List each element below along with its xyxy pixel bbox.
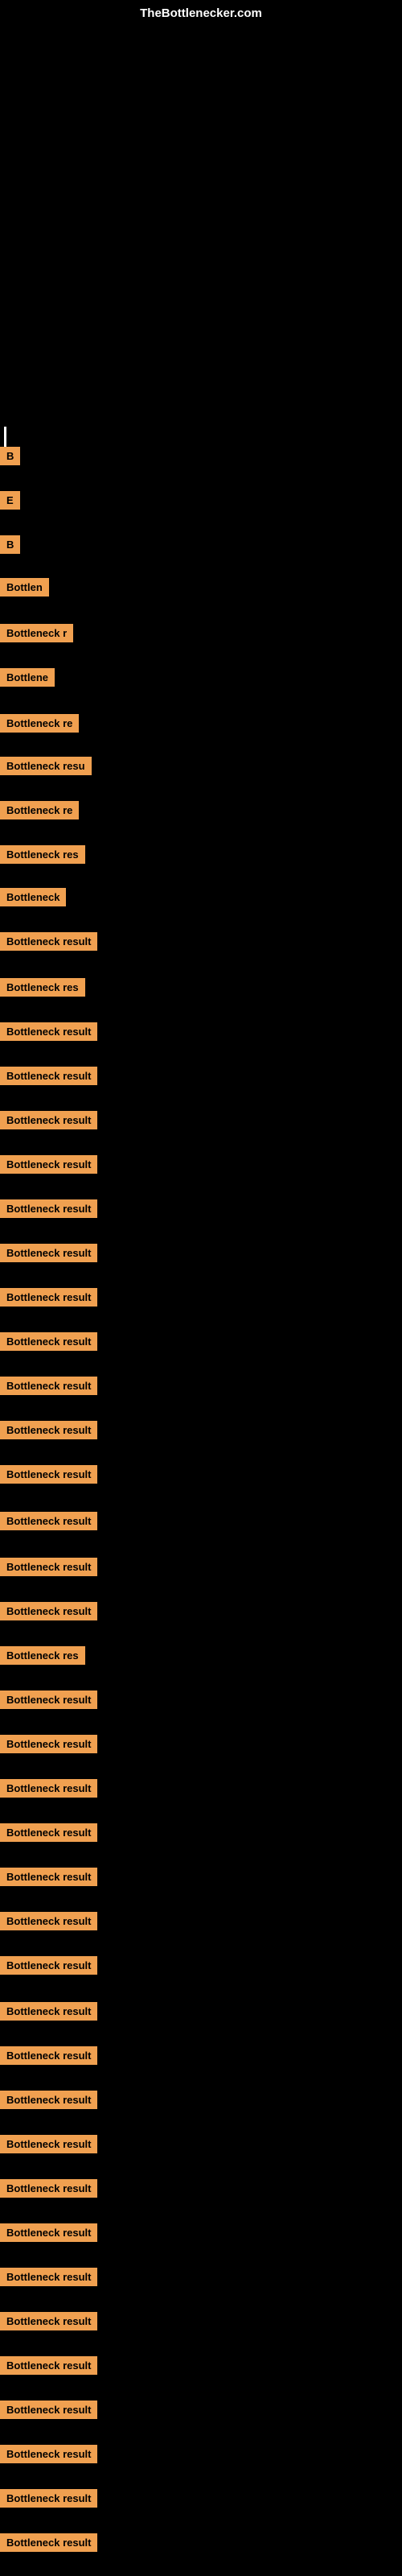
result-row: Bottleneck result: [0, 1512, 97, 1536]
result-badge[interactable]: Bottleneck result: [0, 1956, 97, 1975]
result-row: Bottleneck result: [0, 932, 97, 956]
result-badge[interactable]: Bottlene: [0, 668, 55, 687]
result-row: Bottleneck result: [0, 1823, 97, 1847]
result-badge[interactable]: Bottleneck re: [0, 801, 79, 819]
result-row: Bottleneck result: [0, 1602, 97, 1626]
result-badge[interactable]: Bottleneck res: [0, 1646, 85, 1665]
result-row: Bottleneck result: [0, 1244, 97, 1268]
result-row: Bottleneck result: [0, 2312, 97, 2336]
result-row: Bottleneck res: [0, 845, 85, 869]
result-badge[interactable]: B: [0, 535, 20, 554]
result-row: Bottleneck result: [0, 1558, 97, 1582]
result-row: E: [0, 491, 20, 515]
result-badge[interactable]: Bottleneck result: [0, 2179, 97, 2198]
result-badge[interactable]: Bottleneck result: [0, 1735, 97, 1753]
result-row: Bottleneck result: [0, 2091, 97, 2115]
result-row: Bottleneck result: [0, 1377, 97, 1401]
result-row: Bottleneck r: [0, 624, 73, 648]
result-badge[interactable]: Bottlen: [0, 578, 49, 597]
result-row: Bottleneck result: [0, 1022, 97, 1046]
result-row: Bottleneck re: [0, 801, 79, 825]
result-badge[interactable]: Bottleneck result: [0, 1155, 97, 1174]
result-badge[interactable]: Bottleneck result: [0, 1332, 97, 1351]
result-row: Bottleneck result: [0, 2002, 97, 2026]
result-badge[interactable]: Bottleneck result: [0, 1465, 97, 1484]
result-row: Bottleneck result: [0, 2268, 97, 2292]
result-row: B: [0, 447, 20, 471]
result-row: Bottleneck result: [0, 2046, 97, 2070]
result-badge[interactable]: Bottleneck result: [0, 2135, 97, 2153]
result-badge[interactable]: Bottleneck result: [0, 1421, 97, 1439]
result-badge[interactable]: Bottleneck result: [0, 1558, 97, 1576]
result-badge[interactable]: Bottleneck result: [0, 1111, 97, 1129]
result-row: Bottleneck re: [0, 714, 79, 738]
result-badge[interactable]: Bottleneck result: [0, 2002, 97, 2021]
result-badge[interactable]: Bottleneck result: [0, 1199, 97, 1218]
result-badge[interactable]: Bottleneck result: [0, 1912, 97, 1930]
result-row: Bottleneck result: [0, 2533, 97, 2557]
result-row: Bottleneck res: [0, 978, 85, 1002]
site-title: TheBottlenecker.com: [140, 6, 262, 20]
result-badge[interactable]: Bottleneck result: [0, 1288, 97, 1307]
result-badge[interactable]: Bottleneck result: [0, 2401, 97, 2419]
result-badge[interactable]: Bottleneck result: [0, 1868, 97, 1886]
result-badge[interactable]: Bottleneck result: [0, 2533, 97, 2552]
result-row: B: [0, 535, 20, 559]
result-row: Bottleneck result: [0, 1111, 97, 1135]
result-badge[interactable]: Bottleneck result: [0, 2356, 97, 2375]
result-badge[interactable]: Bottleneck result: [0, 2091, 97, 2109]
result-badge[interactable]: Bottleneck: [0, 888, 66, 906]
result-row: Bottleneck result: [0, 2135, 97, 2159]
result-badge[interactable]: Bottleneck result: [0, 1779, 97, 1798]
result-badge[interactable]: Bottleneck res: [0, 978, 85, 997]
result-row: Bottlene: [0, 668, 55, 692]
result-badge[interactable]: Bottleneck result: [0, 2223, 97, 2242]
result-badge[interactable]: E: [0, 491, 20, 510]
result-badge[interactable]: Bottleneck resu: [0, 757, 92, 775]
result-row: Bottleneck result: [0, 2223, 97, 2248]
result-row: Bottleneck result: [0, 1288, 97, 1312]
result-row: Bottleneck result: [0, 1779, 97, 1803]
result-badge[interactable]: Bottleneck result: [0, 2046, 97, 2065]
result-badge[interactable]: Bottleneck res: [0, 845, 85, 864]
result-row: Bottleneck result: [0, 1690, 97, 1715]
result-badge[interactable]: Bottleneck result: [0, 2489, 97, 2508]
result-row: Bottleneck result: [0, 1199, 97, 1224]
result-badge[interactable]: Bottleneck result: [0, 1823, 97, 1842]
result-row: Bottleneck result: [0, 1332, 97, 1356]
result-row: Bottleneck result: [0, 1465, 97, 1489]
result-row: Bottleneck result: [0, 2356, 97, 2380]
result-badge[interactable]: Bottleneck result: [0, 2268, 97, 2286]
result-row: Bottleneck result: [0, 2489, 97, 2513]
result-row: Bottleneck result: [0, 2445, 97, 2469]
result-badge[interactable]: Bottleneck result: [0, 1244, 97, 1262]
result-badge[interactable]: Bottleneck result: [0, 1022, 97, 1041]
result-row: Bottleneck result: [0, 1421, 97, 1445]
result-badge[interactable]: Bottleneck r: [0, 624, 73, 642]
result-row: Bottleneck result: [0, 1735, 97, 1759]
result-badge[interactable]: Bottleneck result: [0, 2312, 97, 2330]
result-row: Bottleneck result: [0, 1912, 97, 1936]
result-row: Bottleneck resu: [0, 757, 92, 781]
result-row: Bottleneck result: [0, 1155, 97, 1179]
result-row: Bottlen: [0, 578, 49, 602]
result-row: Bottleneck result: [0, 1956, 97, 1980]
result-badge[interactable]: B: [0, 447, 20, 465]
result-badge[interactable]: Bottleneck result: [0, 1377, 97, 1395]
result-row: Bottleneck result: [0, 1868, 97, 1892]
result-badge[interactable]: Bottleneck result: [0, 1602, 97, 1620]
result-row: Bottleneck res: [0, 1646, 85, 1670]
result-row: Bottleneck result: [0, 2179, 97, 2203]
result-badge[interactable]: Bottleneck result: [0, 932, 97, 951]
result-row: Bottleneck result: [0, 2401, 97, 2425]
result-badge[interactable]: Bottleneck result: [0, 1512, 97, 1530]
result-badge[interactable]: Bottleneck result: [0, 1690, 97, 1709]
result-badge[interactable]: Bottleneck result: [0, 1067, 97, 1085]
result-row: Bottleneck: [0, 888, 66, 912]
result-row: Bottleneck result: [0, 1067, 97, 1091]
result-badge[interactable]: Bottleneck result: [0, 2445, 97, 2463]
result-badge[interactable]: Bottleneck re: [0, 714, 79, 733]
